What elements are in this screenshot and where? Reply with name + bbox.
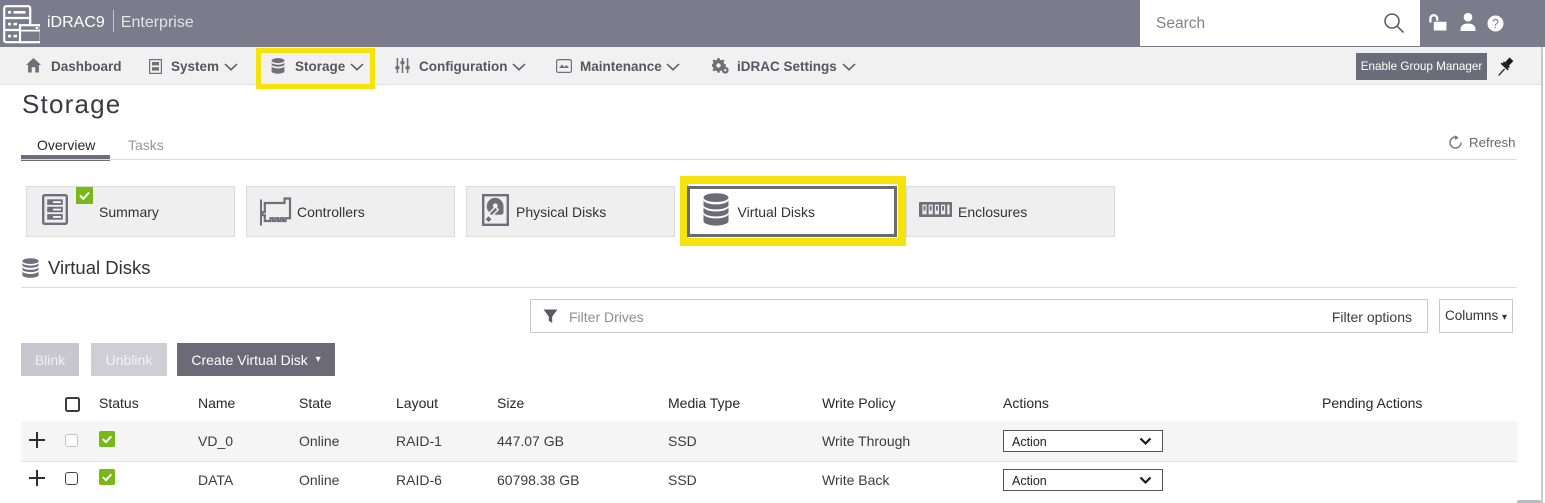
svg-text:?: ? (1492, 17, 1499, 31)
